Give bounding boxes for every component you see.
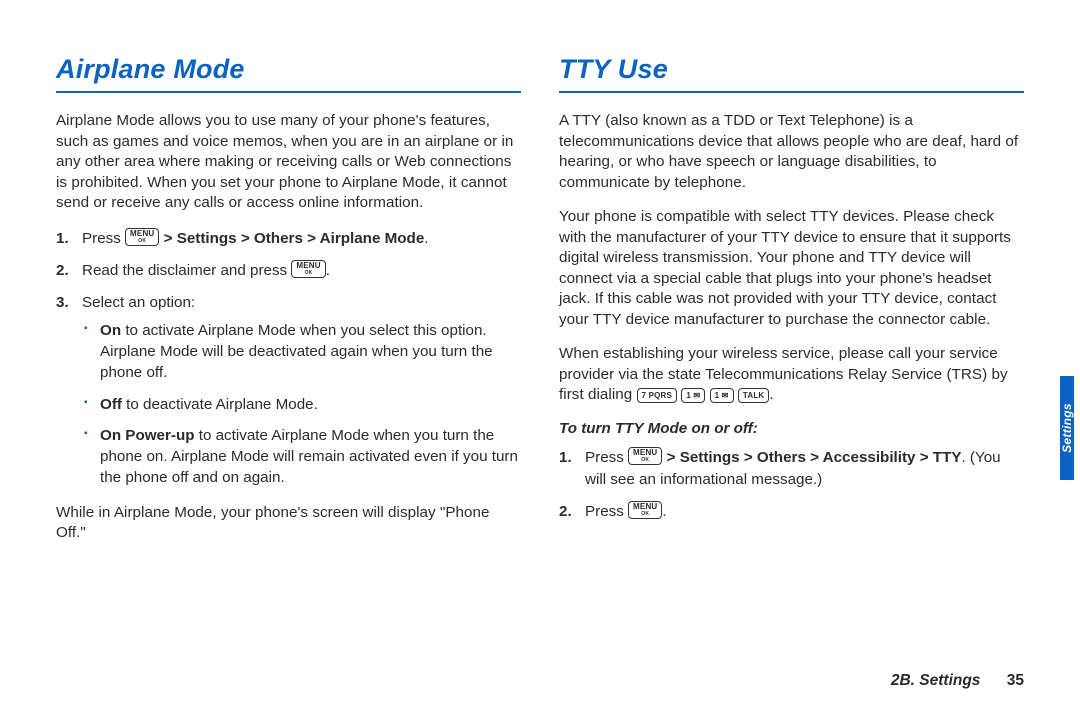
step-2: 2. Read the disclaimer and press MENUOK. bbox=[82, 260, 521, 282]
step-1: 1. Press MENUOK > Settings > Others > Ai… bbox=[82, 228, 521, 250]
tty-p3-pre: When establishing your wireless service,… bbox=[559, 345, 1008, 403]
menu-ok-key-icon: MENUOK bbox=[628, 447, 662, 465]
tty-step-1-pre: Press bbox=[585, 449, 628, 466]
airplane-options: On to activate Airplane Mode when you se… bbox=[82, 320, 521, 489]
two-column-layout: Airplane Mode Airplane Mode allows you t… bbox=[56, 54, 1024, 558]
airplane-intro: Airplane Mode allows you to use many of … bbox=[56, 111, 521, 214]
tty-p2: Your phone is compatible with select TTY… bbox=[559, 207, 1024, 330]
footer-page-number: 35 bbox=[1007, 672, 1024, 689]
heading-airplane-mode: Airplane Mode bbox=[56, 54, 521, 85]
section-tab-label: Settings bbox=[1060, 403, 1074, 453]
tty-p3: When establishing your wireless service,… bbox=[559, 344, 1024, 406]
option-on-powerup: On Power-up to activate Airplane Mode wh… bbox=[100, 425, 521, 489]
menu-ok-key-icon: MENUOK bbox=[291, 260, 325, 278]
section-tab: Settings bbox=[1060, 376, 1074, 480]
tty-step-2: 2. Press MENUOK. bbox=[585, 501, 1024, 523]
step-1-pre: Press bbox=[82, 230, 125, 247]
tty-step-1-path: > Settings > Others > Accessibility > TT… bbox=[662, 449, 961, 466]
tty-p1: A TTY (also known as a TDD or Text Telep… bbox=[559, 111, 1024, 193]
manual-page: Airplane Mode Airplane Mode allows you t… bbox=[0, 0, 1080, 720]
heading-tty-use: TTY Use bbox=[559, 54, 1024, 85]
key-7-icon: 7 PQRS bbox=[637, 388, 678, 403]
tty-steps: 1. Press MENUOK > Settings > Others > Ac… bbox=[559, 447, 1024, 523]
heading-rule bbox=[56, 91, 521, 93]
step-2-pre: Read the disclaimer and press bbox=[82, 262, 291, 279]
option-on: On to activate Airplane Mode when you se… bbox=[100, 320, 521, 384]
key-1-icon: 1 ✉ bbox=[710, 388, 734, 403]
option-off: Off to deactivate Airplane Mode. bbox=[100, 394, 521, 415]
airplane-outro: While in Airplane Mode, your phone's scr… bbox=[56, 503, 521, 544]
step-3-text: Select an option: bbox=[82, 294, 195, 311]
footer-section: 2B. Settings bbox=[891, 672, 981, 689]
tty-step-2-pre: Press bbox=[585, 503, 628, 520]
tty-subheading: To turn TTY Mode on or off: bbox=[559, 420, 1024, 437]
menu-ok-key-icon: MENUOK bbox=[628, 501, 662, 519]
step-3: 3. Select an option: On to activate Airp… bbox=[82, 292, 521, 489]
tty-step-1: 1. Press MENUOK > Settings > Others > Ac… bbox=[585, 447, 1024, 491]
heading-rule bbox=[559, 91, 1024, 93]
key-1-icon: 1 ✉ bbox=[681, 388, 705, 403]
key-talk-icon: TALK bbox=[738, 388, 770, 403]
step-1-path: > Settings > Others > Airplane Mode bbox=[159, 230, 424, 247]
left-column: Airplane Mode Airplane Mode allows you t… bbox=[56, 54, 521, 558]
menu-ok-key-icon: MENUOK bbox=[125, 228, 159, 246]
page-footer: 2B. Settings 35 bbox=[0, 672, 1024, 690]
right-column: TTY Use A TTY (also known as a TDD or Te… bbox=[559, 54, 1024, 558]
airplane-steps: 1. Press MENUOK > Settings > Others > Ai… bbox=[56, 228, 521, 489]
